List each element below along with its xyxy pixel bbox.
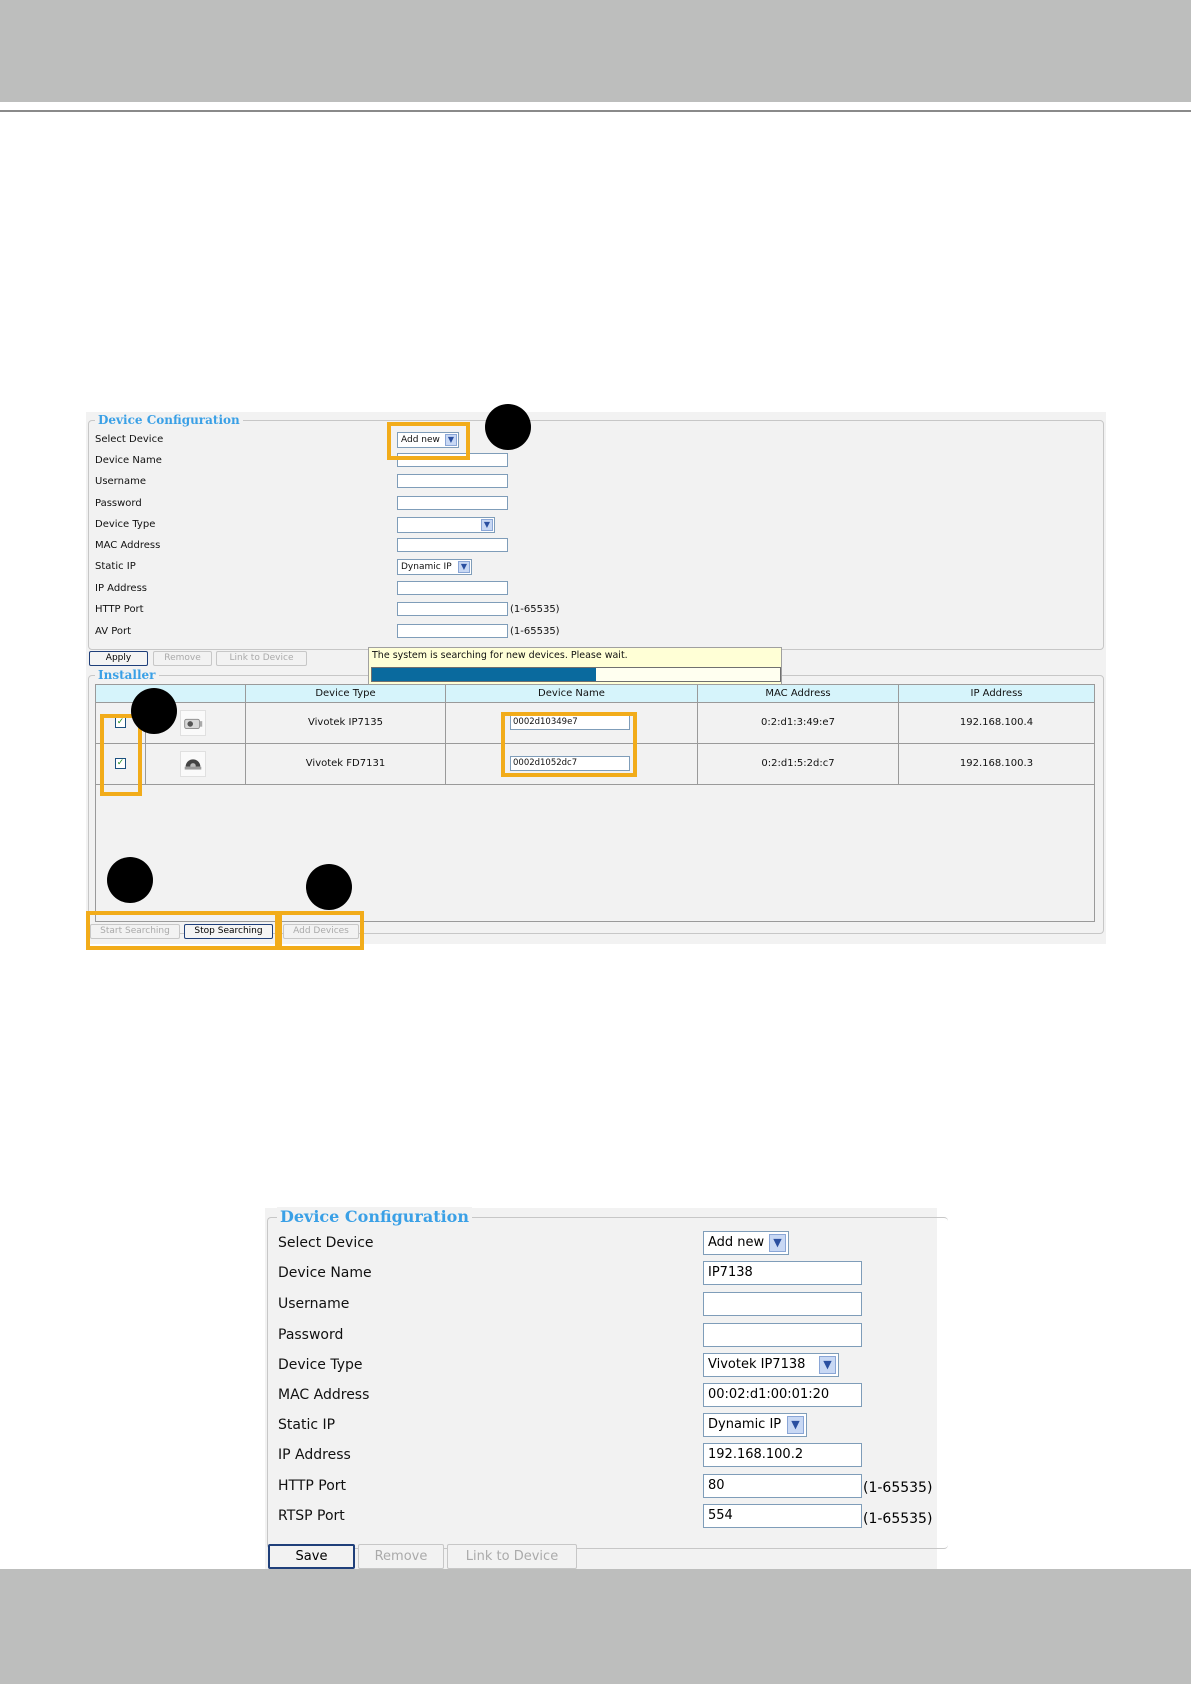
av-port-range: (1-65535) (510, 626, 560, 637)
cell-device-type: Vivotek IP7135 (245, 703, 445, 743)
username-input[interactable] (397, 474, 508, 488)
ip-address-input[interactable]: 192.168.100.2 (703, 1443, 862, 1467)
static-ip-dropdown[interactable]: Dynamic IP ▼ (397, 559, 472, 575)
label-select-device: Select Device (95, 434, 164, 445)
static-ip-value: Dynamic IP (401, 562, 452, 572)
page-header-band (0, 0, 1191, 102)
cell-mac-address: 0:2:d1:5:2d:c7 (697, 744, 898, 784)
th-device-name: Device Name (445, 685, 697, 702)
http-port-input[interactable]: 80 (703, 1474, 862, 1498)
annotation-marker (485, 404, 531, 450)
label-select-device: Select Device (278, 1235, 374, 1251)
apply-button[interactable]: Apply (89, 651, 148, 666)
label-mac-address: MAC Address (278, 1387, 370, 1403)
table-header: Device Type Device Name MAC Address IP A… (96, 685, 1094, 703)
progress-message: The system is searching for new devices.… (372, 650, 628, 661)
label-http-port: HTTP Port (95, 604, 144, 615)
highlight-search-buttons (86, 911, 279, 950)
label-password: Password (95, 498, 142, 509)
progress-bar (371, 667, 781, 682)
label-device-name: Device Name (278, 1265, 372, 1281)
device-type-value: Vivotek IP7138 (708, 1357, 806, 1372)
cell-ip-address: 192.168.100.4 (898, 703, 1094, 743)
highlight-device-names (501, 712, 637, 777)
device-config-fieldset (88, 420, 1104, 650)
label-ip-address: IP Address (278, 1447, 351, 1463)
password-input[interactable] (703, 1323, 862, 1347)
label-username: Username (278, 1296, 350, 1312)
th-device-type: Device Type (245, 685, 445, 702)
installer-screenshot: Device Configuration Select Device Devic… (86, 404, 1106, 950)
highlight-checkboxes (100, 714, 142, 796)
label-ip-address: IP Address (95, 583, 147, 594)
installer-legend: Installer (95, 668, 159, 682)
http-port-input[interactable] (397, 602, 508, 616)
label-rtsp-port: RTSP Port (278, 1508, 345, 1524)
annotation-marker (107, 857, 153, 903)
label-device-type: Device Type (95, 519, 156, 530)
device-name-input[interactable]: IP7138 (703, 1261, 862, 1285)
rtsp-port-input[interactable]: 554 (703, 1504, 862, 1528)
label-device-type: Device Type (278, 1357, 363, 1373)
search-progress-popup: The system is searching for new devices.… (368, 647, 782, 685)
static-ip-dropdown[interactable]: Dynamic IP ▼ (703, 1413, 807, 1437)
label-password: Password (278, 1327, 344, 1343)
label-username: Username (95, 476, 146, 487)
annotation-marker (131, 688, 177, 734)
rtsp-port-range: (1-65535) (863, 1511, 933, 1527)
highlight-add-devices (278, 911, 364, 950)
save-button[interactable]: Save (268, 1544, 355, 1569)
ip-address-input[interactable] (397, 581, 508, 595)
device-type-dropdown[interactable]: Vivotek IP7138 ▼ (703, 1353, 839, 1377)
username-input[interactable] (703, 1292, 862, 1316)
chevron-down-icon: ▼ (769, 1234, 786, 1252)
label-http-port: HTTP Port (278, 1478, 347, 1494)
mac-address-input[interactable] (397, 538, 508, 552)
remove-button[interactable]: Remove (358, 1544, 444, 1569)
th-mac-address: MAC Address (697, 685, 898, 702)
password-input[interactable] (397, 496, 508, 510)
label-device-name: Device Name (95, 455, 162, 466)
chevron-down-icon: ▼ (481, 519, 493, 531)
highlight-select-device (387, 422, 470, 460)
label-static-ip: Static IP (95, 561, 136, 572)
link-to-device-button[interactable]: Link to Device (447, 1544, 577, 1569)
chevron-down-icon: ▼ (819, 1356, 836, 1374)
av-port-input[interactable] (397, 624, 508, 638)
select-device-value: Add new (708, 1235, 765, 1250)
static-ip-value: Dynamic IP (708, 1417, 782, 1432)
label-mac-address: MAC Address (95, 540, 161, 551)
device-config-legend: Device Configuration (95, 413, 243, 427)
cell-mac-address: 0:2:d1:3:49:e7 (697, 703, 898, 743)
chevron-down-icon: ▼ (458, 561, 470, 573)
cell-ip-address: 192.168.100.3 (898, 744, 1094, 784)
dome-camera-icon (180, 751, 206, 777)
page-footer-band (0, 1569, 1191, 1684)
camera-icon (180, 710, 206, 736)
http-port-range: (1-65535) (863, 1480, 933, 1496)
device-configuration-screenshot: Device Configuration Select Device Devic… (265, 1207, 948, 1569)
label-static-ip: Static IP (278, 1417, 336, 1433)
device-config-legend: Device Configuration (277, 1207, 472, 1226)
annotation-marker (306, 864, 352, 910)
label-av-port: AV Port (95, 626, 132, 637)
select-device-dropdown[interactable]: Add new ▼ (703, 1231, 789, 1255)
thumb-cell (145, 744, 245, 784)
mac-address-input[interactable]: 00:02:d1:00:01:20 (703, 1383, 862, 1407)
header-divider (0, 110, 1191, 112)
chevron-down-icon: ▼ (787, 1416, 804, 1434)
th-ip-address: IP Address (898, 685, 1094, 702)
link-to-device-button[interactable]: Link to Device (216, 651, 307, 666)
cell-device-type: Vivotek FD7131 (245, 744, 445, 784)
remove-button[interactable]: Remove (153, 651, 212, 666)
http-port-range: (1-65535) (510, 604, 560, 615)
device-type-dropdown[interactable]: ▼ (397, 517, 495, 533)
progress-bar-fill (372, 668, 597, 681)
